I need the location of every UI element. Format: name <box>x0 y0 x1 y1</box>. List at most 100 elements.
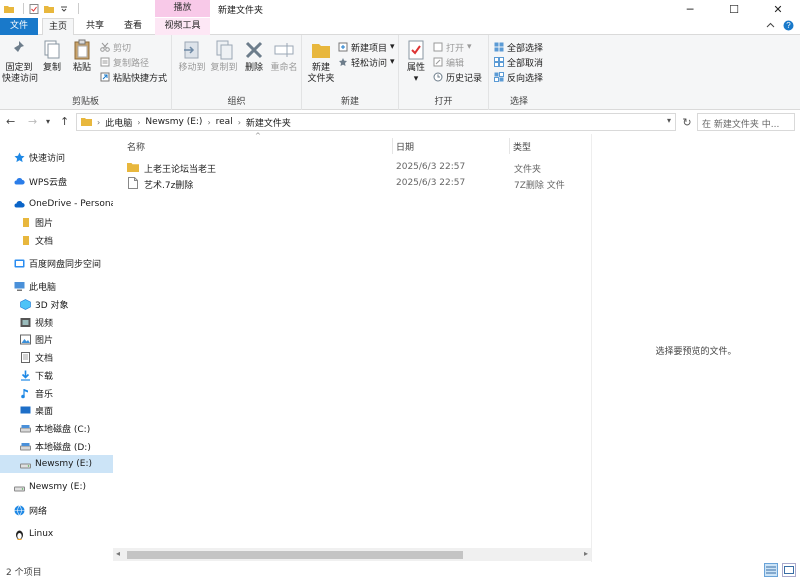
sidebar-item[interactable]: 图片 <box>0 213 113 231</box>
up-arrow-icon[interactable]: ↑ <box>60 115 69 128</box>
sidebar-item[interactable]: 桌面 <box>0 401 113 419</box>
sidebar-item[interactable]: 音乐 <box>0 384 113 402</box>
folder-icon <box>4 4 14 14</box>
sidebar-item[interactable]: WPS云盘 <box>0 172 113 190</box>
large-icons-view-button[interactable] <box>782 563 796 577</box>
search-placeholder: 在 新建文件夹 中... <box>702 120 780 130</box>
sidebar-item-label: Newsmy (E:) <box>29 482 87 492</box>
sidebar-item[interactable]: Newsmy (E:) <box>0 455 113 473</box>
open-group: 属性 ▾ 打开 ▾ 编辑 历史记录 打开 <box>399 35 489 110</box>
column-header-type[interactable]: 类型 <box>513 140 531 153</box>
sidebar-item[interactable]: 文档 <box>0 231 113 249</box>
column-divider[interactable] <box>509 138 510 154</box>
sort-up-icon: ^ <box>255 132 261 140</box>
chevron-right-icon: › <box>137 117 141 127</box>
paste-shortcut-button[interactable]: 粘贴快捷方式 <box>100 70 167 84</box>
tab-share[interactable]: 共享 <box>78 18 112 35</box>
tab-file[interactable]: 文件 <box>0 18 38 35</box>
new-folder-icon <box>312 44 330 58</box>
help-icon[interactable]: ? <box>783 20 794 34</box>
paste-label: 粘贴 <box>72 63 91 73</box>
item-count: 2 个项目 <box>6 568 42 578</box>
properties-check-icon[interactable] <box>29 3 39 14</box>
collapse-ribbon-icon[interactable] <box>766 21 775 33</box>
maximize-button[interactable]: ☐ <box>712 0 756 18</box>
clipboard-group-label: 剪贴板 <box>71 97 99 107</box>
scroll-right-icon[interactable]: ▸ <box>584 549 588 558</box>
sidebar-item[interactable]: 百度网盘同步空间 <box>0 254 113 272</box>
pin-quick-access-button[interactable]: 固定到 快速访问 <box>2 39 38 85</box>
delete-button[interactable]: 删除 <box>242 39 266 74</box>
customize-dropdown-icon[interactable] <box>59 4 69 14</box>
paste-button[interactable]: 粘贴 <box>70 39 94 74</box>
sidebar-item[interactable]: 快速访问 <box>0 148 113 166</box>
history-button[interactable]: 历史记录 <box>433 70 482 84</box>
scroll-left-icon[interactable]: ◂ <box>116 549 120 558</box>
new-folder-button[interactable]: 新建 文件夹 <box>306 39 336 85</box>
sidebar-item[interactable]: 网络 <box>0 501 113 519</box>
invert-selection-button[interactable]: 反向选择 <box>494 70 543 84</box>
sidebar-item[interactable]: 3D 对象 <box>0 295 113 313</box>
delete-x-icon <box>245 41 263 59</box>
copy-label: 复制 <box>42 63 61 73</box>
sidebar-item[interactable]: 下载 <box>0 366 113 384</box>
address-bar[interactable]: › 此电脑 › Newsmy (E:) › real › 新建文件夹 ▾ <box>76 113 676 131</box>
move-to-button[interactable]: 移动到 <box>176 39 208 74</box>
sidebar-item[interactable]: 视频 <box>0 313 113 331</box>
new-group: 新建 文件夹 新建项目 ▾ 轻松访问 ▾ 新建 <box>302 35 399 110</box>
select-none-button[interactable]: 全部取消 <box>494 55 543 69</box>
file-row[interactable]: 艺术.7z删除 2025/6/3 22:57 7Z删除 文件 <box>125 176 585 192</box>
dropdown-arrow-icon: ▾ <box>467 42 472 52</box>
minimize-button[interactable]: ─ <box>668 0 712 18</box>
rename-icon <box>274 43 294 57</box>
breadcrumb-item[interactable]: 新建文件夹 <box>246 116 291 129</box>
tab-home[interactable]: 主页 <box>42 18 74 36</box>
sidebar-item-label: 百度网盘同步空间 <box>29 259 102 270</box>
easy-access-button[interactable]: 轻松访问 ▾ <box>338 55 395 69</box>
column-header-date[interactable]: 日期 <box>396 140 414 153</box>
edit-button[interactable]: 编辑 <box>433 55 464 69</box>
open-button[interactable]: 打开 ▾ <box>433 40 472 54</box>
cut-button[interactable]: 剪切 <box>100 40 131 54</box>
copy-to-button[interactable]: 复制到 <box>208 39 240 74</box>
copy-path-button[interactable]: 复制路径 <box>100 55 149 69</box>
sidebar-item[interactable]: OneDrive - Persona <box>0 195 113 213</box>
search-input[interactable]: 在 新建文件夹 中... <box>697 113 795 131</box>
copy-button[interactable]: 复制 <box>40 39 64 74</box>
video-icon <box>20 317 31 328</box>
close-button[interactable]: ✕ <box>756 0 800 18</box>
rename-button[interactable]: 重命名 <box>269 39 299 74</box>
history-label: 历史记录 <box>446 73 483 84</box>
paste-icon <box>74 39 90 60</box>
forward-arrow-icon[interactable]: → <box>28 115 37 128</box>
new-folder-icon[interactable] <box>44 4 54 14</box>
file-row[interactable]: 上老王论坛当老王 2025/6/3 22:57 文件夹 <box>125 160 585 176</box>
invert-selection-label: 反向选择 <box>507 73 544 84</box>
breadcrumb-item[interactable]: 此电脑 <box>105 116 132 129</box>
horizontal-scrollbar[interactable]: ◂ ▸ <box>113 548 591 561</box>
sidebar-item[interactable]: 文档 <box>0 348 113 366</box>
details-view-button[interactable] <box>764 563 778 577</box>
tab-view[interactable]: 查看 <box>116 18 150 35</box>
sidebar-item[interactable]: 此电脑 <box>0 277 113 295</box>
sidebar-item[interactable]: 本地磁盘 (C:) <box>0 419 113 437</box>
chevron-down-icon[interactable]: ▾ <box>667 116 671 125</box>
back-arrow-icon[interactable]: ← <box>6 115 15 128</box>
sidebar-item[interactable]: Linux <box>0 525 113 543</box>
sidebar-item[interactable]: Newsmy (E:) <box>0 478 113 496</box>
column-divider[interactable] <box>392 138 393 154</box>
refresh-icon[interactable]: ↻ <box>678 113 696 131</box>
new-item-button[interactable]: 新建项目 ▾ <box>338 40 395 54</box>
sidebar-item[interactable]: 图片 <box>0 330 113 348</box>
scrollbar-thumb[interactable] <box>127 551 463 559</box>
music-icon <box>20 388 31 399</box>
recent-locations-icon[interactable]: ▾ <box>46 117 50 126</box>
sidebar-item[interactable]: 本地磁盘 (D:) <box>0 437 113 455</box>
breadcrumb-item[interactable]: real <box>216 117 233 127</box>
properties-button[interactable]: 属性 ▾ <box>403 39 429 85</box>
dropdown-arrow-icon: ▾ <box>390 57 395 67</box>
select-all-button[interactable]: 全部选择 <box>494 40 543 54</box>
tab-video-tools[interactable]: 视频工具 <box>155 18 210 35</box>
column-header-name[interactable]: 名称 <box>127 140 145 153</box>
breadcrumb-item[interactable]: Newsmy (E:) <box>145 117 202 127</box>
